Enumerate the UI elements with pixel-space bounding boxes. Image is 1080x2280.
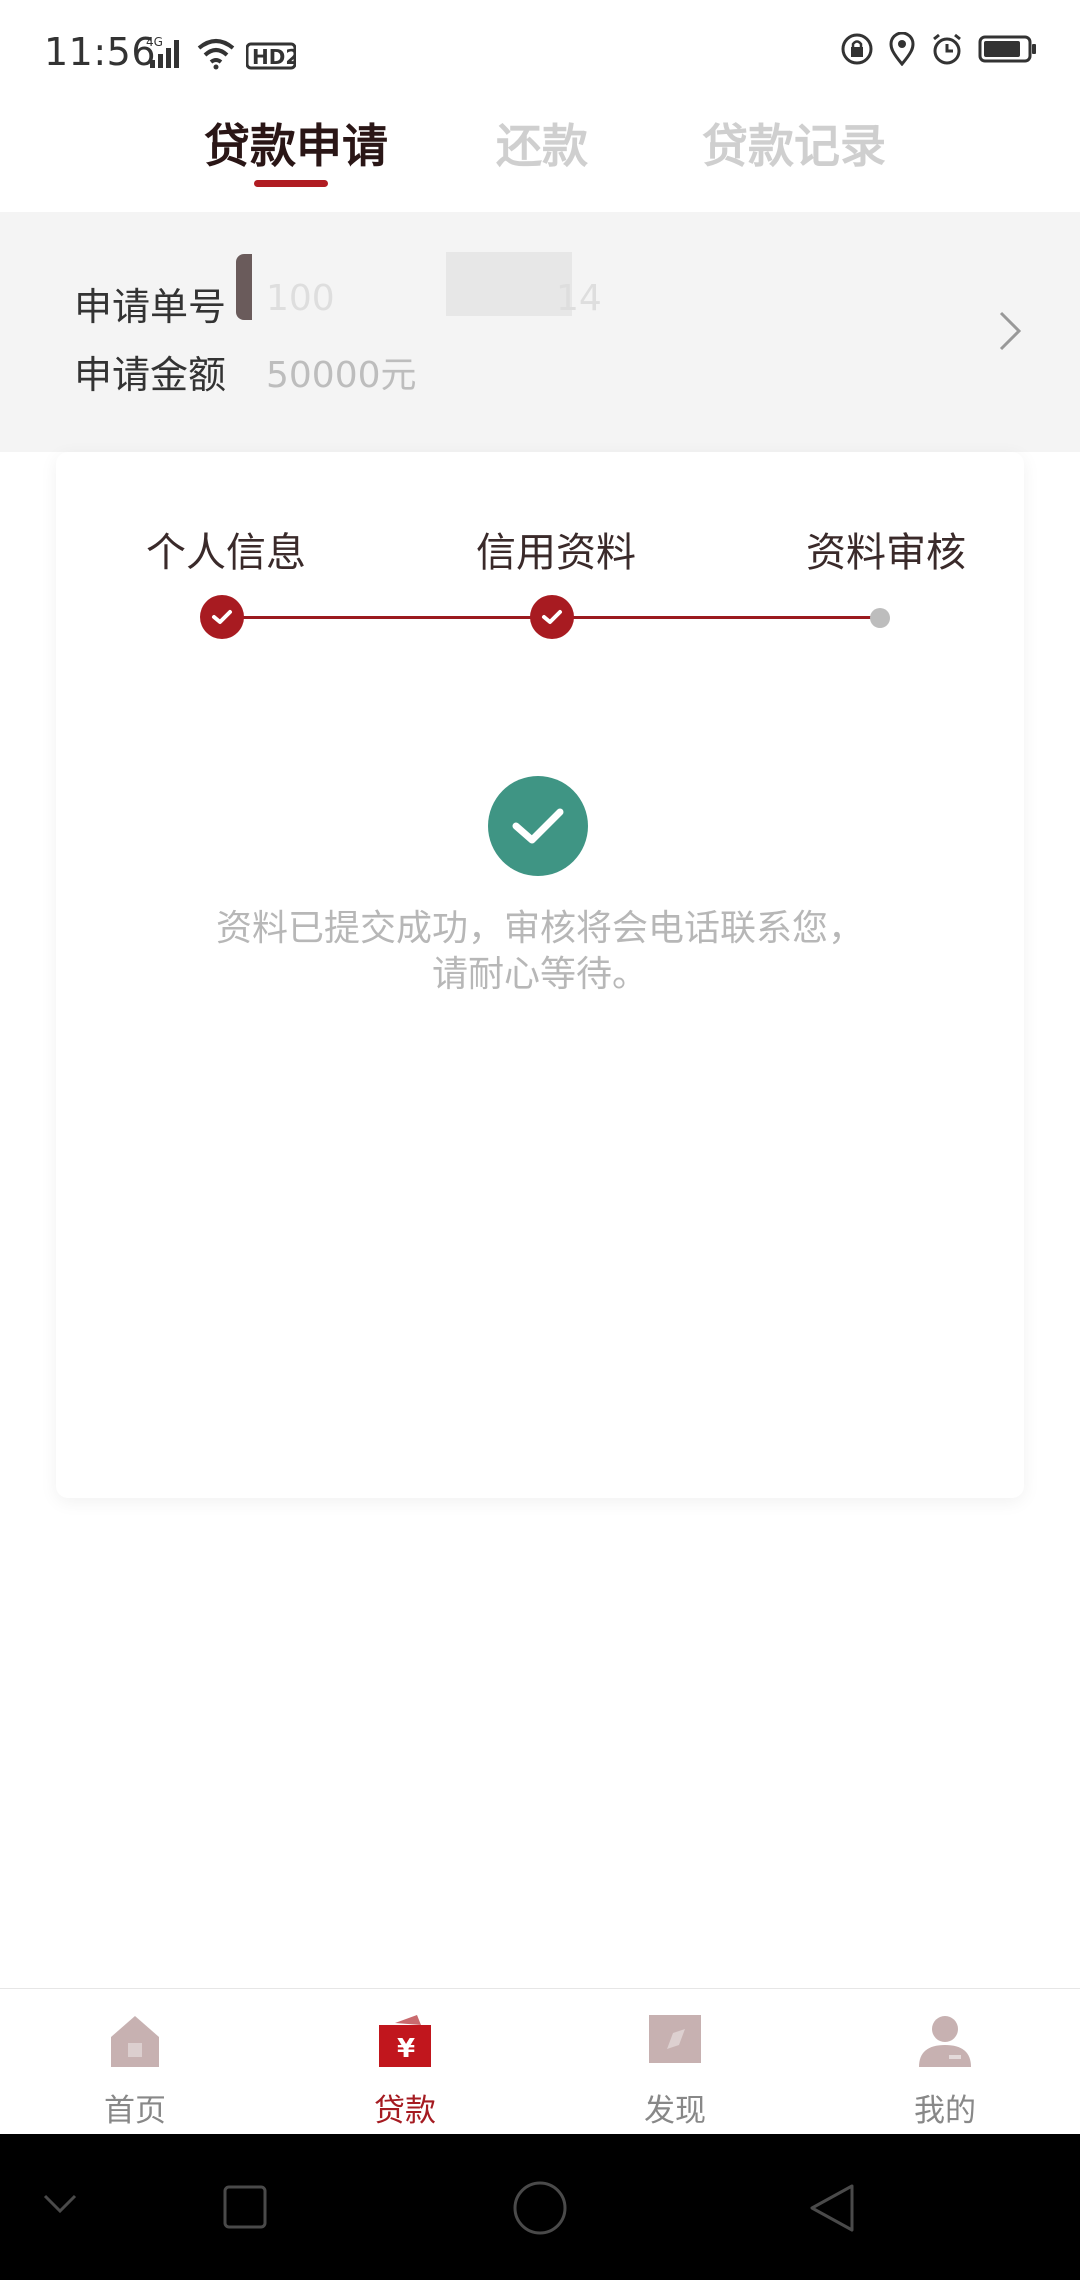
application-amount-label: 申请金额 bbox=[74, 353, 227, 397]
nav-home-label: 首页 bbox=[104, 2093, 166, 2129]
system-navigation-bar bbox=[0, 2134, 1080, 2280]
status-left-icons: 4G HD2 bbox=[146, 34, 296, 70]
status-bar: 11:56 4G HD2 bbox=[0, 0, 1080, 100]
progress-line-2 bbox=[552, 616, 880, 619]
wifi-icon bbox=[197, 39, 235, 70]
check-icon bbox=[542, 610, 562, 624]
loan-icon: ¥ bbox=[379, 2015, 431, 2067]
application-number-label: 申请单号 bbox=[74, 285, 227, 329]
chevron-down-icon[interactable] bbox=[42, 2192, 78, 2216]
tab-loan-application[interactable]: 贷款申请 bbox=[204, 110, 388, 176]
discover-icon bbox=[649, 2015, 701, 2063]
status-time: 11:56 bbox=[44, 30, 157, 74]
nav-discover-label: 发现 bbox=[644, 2093, 706, 2129]
progress-line-1 bbox=[222, 616, 552, 619]
top-tabs: 贷款申请 还款 贷款记录 bbox=[0, 100, 1080, 210]
status-right-icons bbox=[840, 32, 1038, 66]
nav-home[interactable]: 首页 bbox=[0, 1989, 270, 2135]
bottom-navigation: 首页 ¥ 贷款 发现 我的 bbox=[0, 1988, 1080, 2135]
step-review-label: 资料审核 bbox=[806, 530, 966, 576]
application-amount-value: 50000元 bbox=[266, 355, 417, 396]
svg-text:4G: 4G bbox=[146, 35, 163, 49]
step-credit-info-label: 信用资料 bbox=[476, 530, 636, 576]
alarm-icon bbox=[933, 33, 961, 65]
svg-text:HD2: HD2 bbox=[252, 45, 296, 69]
redacted-block bbox=[446, 252, 572, 316]
rotation-lock-icon bbox=[841, 33, 873, 65]
nav-profile[interactable]: 我的 bbox=[810, 1989, 1080, 2135]
active-tab-indicator bbox=[254, 180, 328, 187]
step-2-done-dot bbox=[530, 595, 574, 639]
home-icon bbox=[111, 2016, 159, 2067]
redacted-mark bbox=[236, 254, 252, 320]
nav-loan[interactable]: ¥ 贷款 bbox=[270, 1989, 540, 2135]
nav-profile-label: 我的 bbox=[914, 2093, 976, 2129]
home-button-icon[interactable] bbox=[512, 2180, 568, 2236]
step-personal-info-label: 个人信息 bbox=[146, 530, 306, 576]
application-info-row[interactable]: 申请单号 100 14 申请金额 50000元 bbox=[0, 212, 1080, 452]
check-icon bbox=[212, 610, 232, 624]
nav-discover[interactable]: 发现 bbox=[540, 1989, 810, 2135]
tab-repayment[interactable]: 还款 bbox=[496, 110, 588, 176]
step-3-pending-dot bbox=[870, 608, 890, 628]
application-number-partial: 100 bbox=[266, 278, 335, 319]
signal-icon: 4G bbox=[146, 35, 179, 68]
application-number-end: 14 bbox=[556, 278, 602, 319]
step-1-done-dot bbox=[200, 595, 244, 639]
hd-icon: HD2 bbox=[246, 42, 296, 70]
success-check-icon bbox=[488, 776, 588, 876]
location-icon bbox=[889, 32, 915, 66]
submission-success-message: 资料已提交成功，审核将会电话联系您，请耐心等待。 bbox=[216, 908, 865, 995]
svg-text:¥: ¥ bbox=[397, 2034, 415, 2064]
profile-icon bbox=[919, 2016, 971, 2067]
tab-loan-records[interactable]: 贷款记录 bbox=[702, 110, 886, 176]
battery-icon bbox=[978, 35, 1036, 63]
nav-loan-label: 贷款 bbox=[374, 2093, 436, 2129]
progress-card: 个人信息 信用资料 资料审核 资料已提交成功，审核将会电话联系您，请耐心等待。 bbox=[56, 452, 1024, 1498]
chevron-right-icon bbox=[999, 311, 1022, 351]
back-icon[interactable] bbox=[808, 2182, 856, 2234]
recent-apps-icon[interactable] bbox=[222, 2184, 268, 2230]
